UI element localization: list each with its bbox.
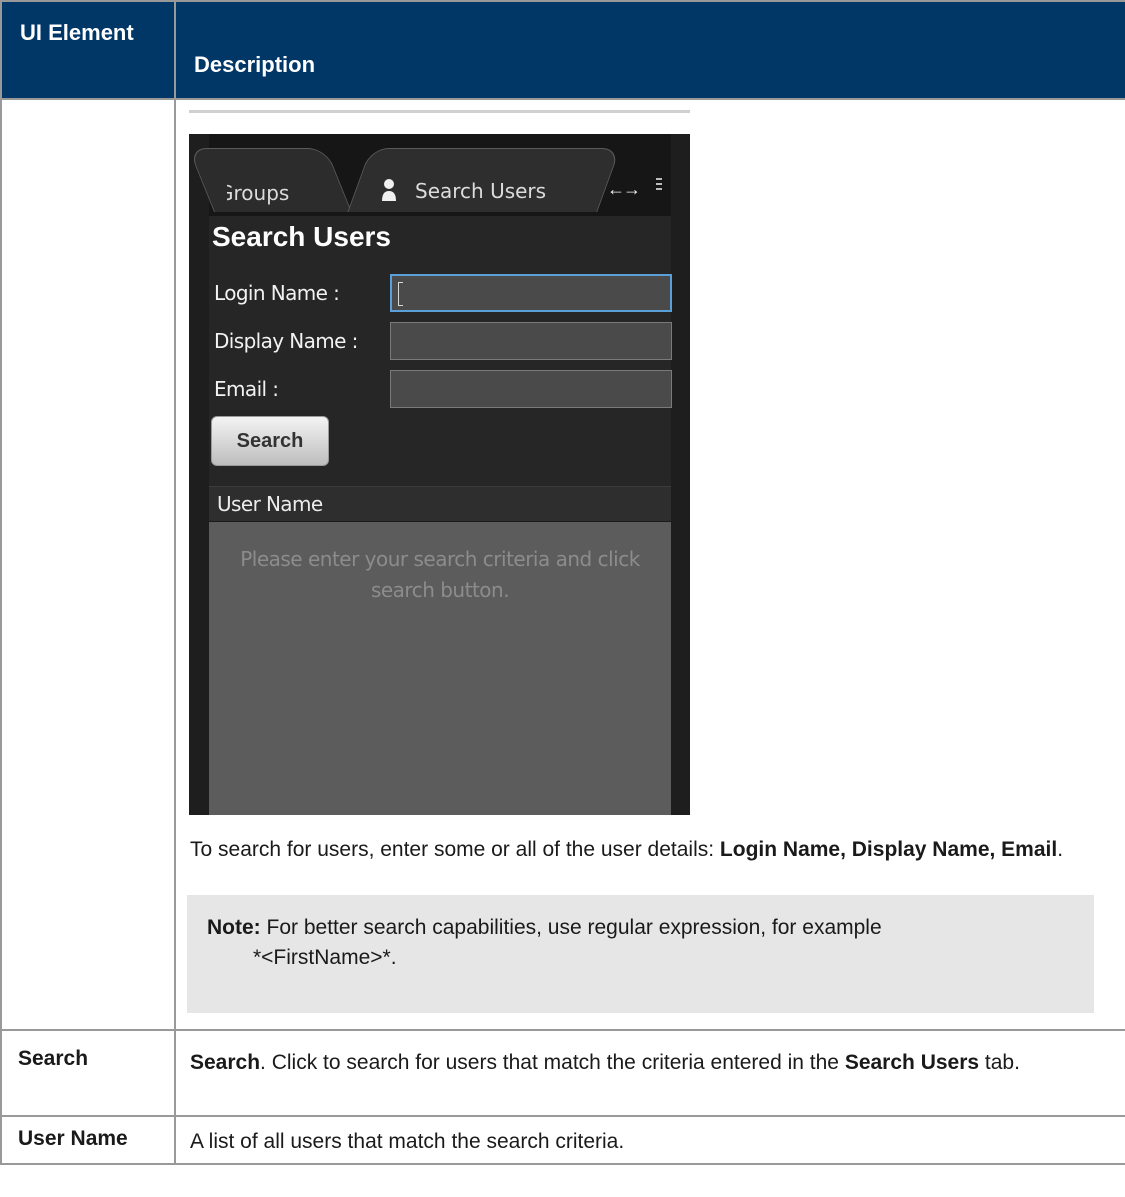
row-element-name: Search <box>0 1029 176 1117</box>
login-name-label: Login Name : <box>214 281 340 305</box>
instructions-end: . <box>1057 838 1064 861</box>
desc-text: . Click to search for users that match t… <box>260 1051 845 1074</box>
grid-empty-message: Please enter your search criteria and cl… <box>209 544 671 606</box>
table-row: Groups Search Users ←→ Search Users Logi… <box>0 98 1125 1031</box>
search-users-panel: Search Users Login Name : Display Name :… <box>209 216 672 815</box>
email-label: Email : <box>214 377 279 401</box>
email-field[interactable] <box>391 371 671 407</box>
search-button[interactable]: Search <box>211 416 329 466</box>
desc-text-end: tab. <box>979 1051 1020 1074</box>
display-name-input[interactable] <box>390 322 672 360</box>
note-text: For better search capabilities, use regu… <box>260 916 882 939</box>
screenshot-top-band <box>189 110 690 134</box>
user-icon <box>382 179 396 201</box>
grid-empty-line-1: Please enter your search criteria and cl… <box>240 547 640 571</box>
panel-title: Search Users <box>212 221 392 252</box>
tab-groups-label: Groups <box>218 181 290 205</box>
login-name-input[interactable] <box>390 274 672 312</box>
instructions-text: To search for users, enter some or all o… <box>190 838 720 861</box>
tab-search-users-label: Search Users <box>415 179 547 203</box>
ui-element-table: UI Element Description Groups Search Use… <box>0 0 1125 1165</box>
row-description: Groups Search Users ←→ Search Users Logi… <box>174 98 1125 1031</box>
row-element-name: User Name <box>0 1115 176 1165</box>
display-name-field[interactable] <box>391 323 671 359</box>
row-description: Search. Click to search for users that m… <box>174 1029 1125 1117</box>
desc-bold-search-users: Search Users <box>844 1051 980 1074</box>
search-instructions: To search for users, enter some or all o… <box>190 835 1095 865</box>
arrows-icon[interactable]: ←→ <box>607 174 641 204</box>
login-name-field[interactable] <box>392 276 670 310</box>
header-description: Description <box>174 0 1125 100</box>
note-line-1: Note: For better search capabilities, us… <box>207 913 1094 943</box>
note-example: *<FirstName>*. <box>253 946 397 969</box>
tab-strip: Groups Search Users ←→ <box>188 134 671 216</box>
instructions-fields: Login Name, Display Name, Email <box>719 838 1058 861</box>
display-name-label: Display Name : <box>214 329 358 353</box>
menu-icon[interactable] <box>656 178 662 190</box>
grid-empty-line-2: search button. <box>370 578 510 602</box>
table-header-row: UI Element Description <box>0 0 1125 100</box>
search-users-screenshot: Groups Search Users ←→ Search Users Logi… <box>188 110 690 815</box>
note-box: Note: For better search capabilities, us… <box>187 895 1094 1013</box>
email-input[interactable] <box>390 370 672 408</box>
row-description: A list of all users that match the searc… <box>174 1115 1125 1165</box>
table-row: User Name A list of all users that match… <box>0 1115 1125 1165</box>
text-caret <box>398 282 403 306</box>
table-row: Search Search. Click to search for users… <box>0 1029 1125 1117</box>
row-element-name <box>0 98 176 1031</box>
desc-bold-search: Search <box>190 1051 261 1074</box>
header-ui-element: UI Element <box>0 0 176 100</box>
grid-column-user-name[interactable]: User Name <box>209 486 671 522</box>
note-label: Note: <box>207 916 261 939</box>
